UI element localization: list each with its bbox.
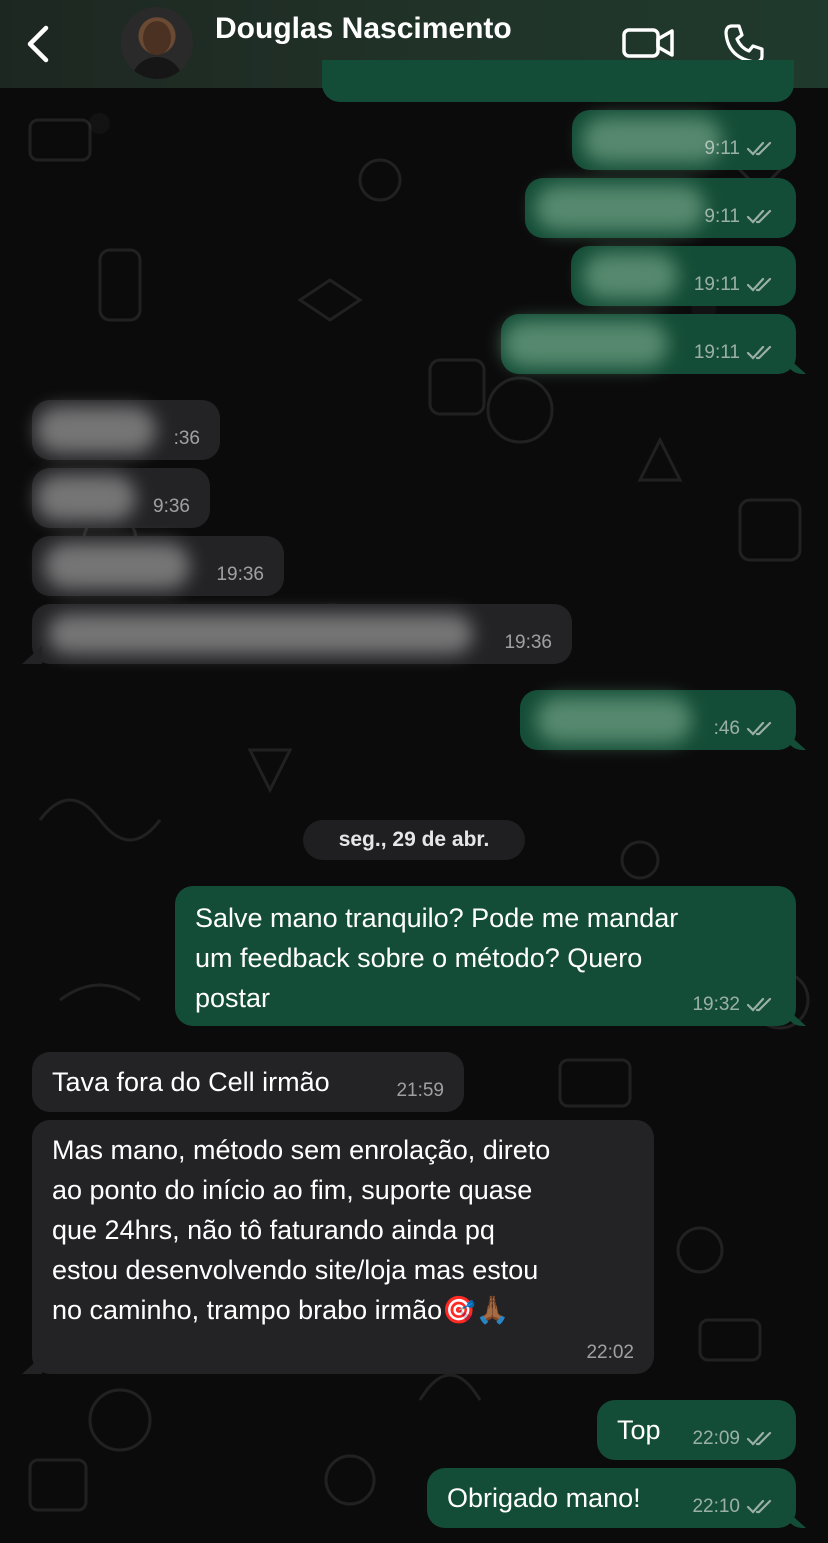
message-line: ao ponto do início ao fim, suporte quase	[52, 1175, 533, 1205]
message-time: 9:11	[704, 206, 774, 228]
message-time: 9:36	[153, 496, 190, 517]
message-line: Mas mano, método sem enrolação, direto	[52, 1135, 551, 1165]
video-camera-icon	[622, 28, 674, 58]
message-bubble-in[interactable]: 9:36	[32, 468, 210, 528]
date-separator: seg., 29 de abr.	[303, 820, 525, 860]
blurred-text	[36, 407, 156, 453]
double-check-icon	[746, 345, 772, 360]
blurred-text	[582, 117, 722, 163]
blurred-text	[36, 475, 136, 521]
blurred-text	[535, 185, 705, 231]
video-call-button[interactable]	[622, 24, 676, 62]
double-check-icon	[746, 1431, 772, 1446]
double-check-icon	[746, 141, 772, 156]
back-button[interactable]	[22, 22, 58, 66]
message-bubble-out[interactable]: 19:11	[571, 246, 796, 306]
message-time: 19:36	[216, 564, 264, 585]
message-line: um feedback sobre o método? Quero	[195, 943, 643, 973]
blurred-text	[44, 543, 190, 589]
message-time: :36	[173, 428, 200, 449]
double-check-icon	[746, 721, 772, 736]
message-time: 19:11	[694, 274, 774, 296]
contact-name[interactable]: Douglas Nascimento	[215, 12, 512, 46]
message-bubble-in[interactable]: 19:36	[32, 604, 572, 664]
message-bubble-in[interactable]: Mas mano, método sem enrolação, direto a…	[32, 1120, 654, 1374]
message-time: 19:11	[694, 342, 774, 364]
blurred-text	[48, 614, 473, 654]
message-time: 22:02	[586, 1342, 634, 1363]
message-bubble-out[interactable]: Top 22:09	[597, 1400, 796, 1460]
message-bubble-in[interactable]: :36	[32, 400, 220, 460]
message-bubble-out-partial[interactable]	[322, 60, 794, 102]
message-text: Mas mano, método sem enrolação, direto a…	[52, 1130, 550, 1330]
message-bubble-out[interactable]: Salve mano tranquilo? Pode me mandar um …	[175, 886, 796, 1026]
avatar-shoulders	[131, 57, 183, 79]
blurred-text	[583, 253, 678, 299]
message-bubble-out[interactable]: :46	[520, 690, 796, 750]
double-check-icon	[746, 209, 772, 224]
message-time: 22:10	[692, 1496, 774, 1518]
message-line: que 24hrs, não tô faturando ainda pq	[52, 1215, 495, 1245]
message-bubble-out[interactable]: 9:11	[525, 178, 796, 238]
double-check-icon	[746, 997, 772, 1012]
message-text: Salve mano tranquilo? Pode me mandar um …	[195, 898, 678, 1018]
double-check-icon	[746, 277, 772, 292]
message-bubble-out[interactable]: Obrigado mano! 22:10	[427, 1468, 796, 1528]
message-text: Tava fora do Cell irmão	[52, 1067, 330, 1097]
blurred-text	[503, 321, 668, 367]
message-line: postar	[195, 983, 271, 1013]
message-time: 22:09	[692, 1428, 774, 1450]
message-time: 21:59	[396, 1080, 444, 1101]
contact-avatar[interactable]	[121, 7, 193, 79]
message-bubble-out[interactable]: 9:11	[572, 110, 796, 170]
avatar-head	[143, 21, 171, 55]
message-text: Top	[617, 1415, 661, 1445]
message-time: :46	[714, 718, 774, 740]
chevron-left-icon	[27, 25, 49, 63]
message-line: estou desenvolvendo site/loja mas estou	[52, 1255, 539, 1285]
message-time: 19:32	[692, 994, 774, 1016]
blurred-text	[536, 697, 692, 743]
message-line: Salve mano tranquilo? Pode me mandar	[195, 903, 679, 933]
message-bubble-in[interactable]: 19:36	[32, 536, 284, 596]
message-time: 19:36	[504, 632, 552, 653]
message-text: Obrigado mano!	[447, 1483, 641, 1513]
message-line: no caminho, trampo brabo irmão🎯🙏🏾	[52, 1295, 510, 1325]
double-check-icon	[746, 1499, 772, 1514]
message-bubble-out[interactable]: 19:11	[501, 314, 796, 374]
message-time: 9:11	[704, 138, 774, 160]
message-bubble-in[interactable]: Tava fora do Cell irmão 21:59	[32, 1052, 464, 1112]
